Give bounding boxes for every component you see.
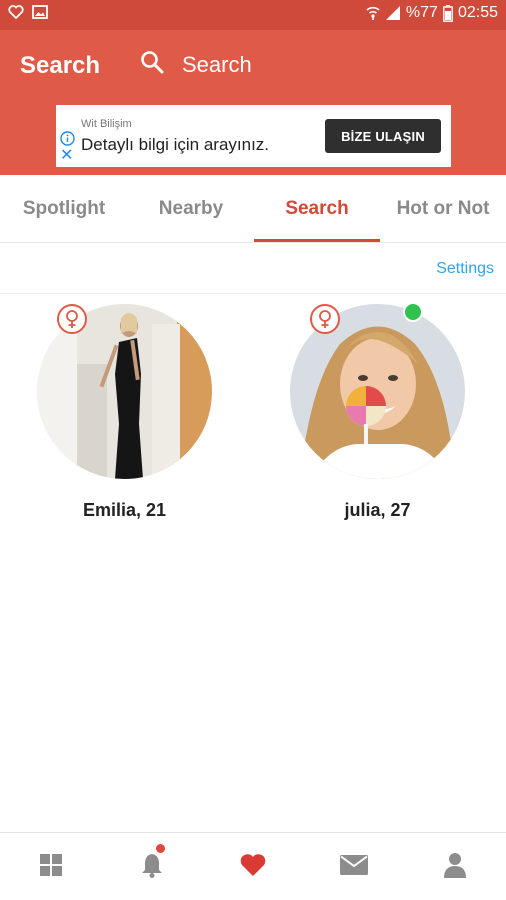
battery-text: %77 [405, 4, 438, 21]
search-placeholder: Search [182, 51, 252, 77]
settings-row: Settings [0, 244, 506, 294]
bottom-nav [0, 832, 506, 900]
app-bar: Search Search ✕ Wit Bilişim Detaylı bilg… [0, 30, 506, 175]
tab-search[interactable]: Search [254, 175, 380, 243]
heart-outline-icon [8, 5, 24, 19]
wifi-icon [366, 5, 380, 21]
clock: 02:55 [457, 4, 498, 21]
battery-icon [443, 4, 453, 22]
ad-banner[interactable]: ✕ Wit Bilişim Detaylı bilgi için arayını… [56, 105, 451, 167]
nav-likes[interactable] [233, 851, 273, 883]
page-title: Search [20, 52, 101, 79]
search-input[interactable]: Search [140, 50, 252, 79]
tab-nearby[interactable]: Nearby [128, 175, 254, 243]
grid-icon [39, 853, 63, 882]
ad-close-icon[interactable]: ✕ [60, 148, 73, 164]
profile-card[interactable]: julia, 27 [290, 302, 465, 520]
heart-icon [239, 853, 267, 882]
mail-icon [340, 854, 368, 880]
search-icon [140, 50, 164, 79]
image-icon [32, 5, 48, 19]
ad-contact-button[interactable]: BİZE ULAŞIN [325, 119, 441, 153]
person-icon [444, 852, 466, 883]
profile-name: julia, 27 [344, 500, 411, 520]
female-icon [57, 304, 87, 334]
tab-hot-or-not[interactable]: Hot or Not [380, 175, 506, 243]
bell-icon [141, 852, 163, 883]
nav-grid[interactable] [31, 851, 71, 883]
ad-sponsor: Wit Bilişim [81, 118, 132, 130]
female-icon [310, 304, 340, 334]
nav-profile[interactable] [435, 851, 475, 883]
settings-link[interactable]: Settings [436, 260, 494, 278]
tab-bar: Spotlight Nearby Search Hot or Not [0, 175, 506, 243]
profile-name: Emilia, 21 [82, 500, 167, 520]
nav-messages[interactable] [334, 851, 374, 883]
tab-spotlight[interactable]: Spotlight [0, 175, 128, 243]
active-tab-indicator [254, 239, 380, 242]
profile-card[interactable]: Emilia, 21 [37, 304, 212, 520]
online-status-dot [403, 302, 423, 322]
ad-text: Detaylı bilgi için arayınız. [81, 135, 270, 154]
notification-badge [156, 844, 165, 853]
status-bar: %77 02:55 [0, 0, 506, 30]
signal-icon [385, 5, 401, 21]
nav-notifications[interactable] [132, 844, 172, 883]
